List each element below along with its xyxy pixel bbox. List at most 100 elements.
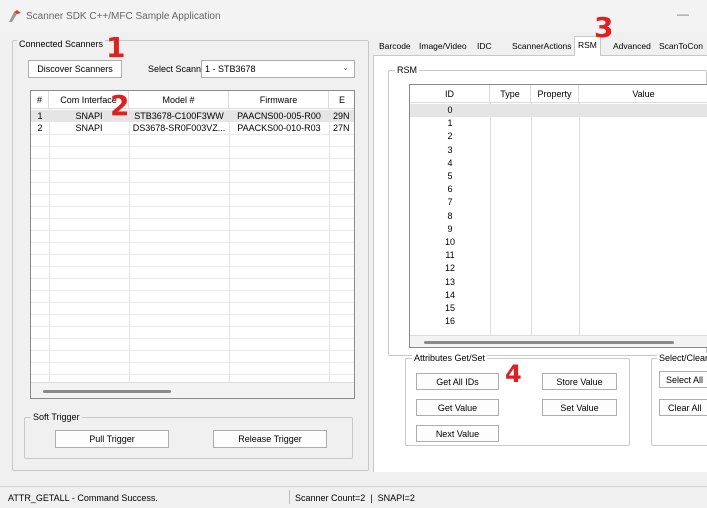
table-row[interactable]: 8 (410, 210, 707, 223)
clear-all-button[interactable]: Clear All (659, 399, 707, 416)
column-header[interactable]: Property (531, 85, 579, 103)
table-row[interactable]: 1 (410, 117, 707, 130)
table-row[interactable]: 10 (410, 236, 707, 249)
row-gridline (31, 338, 354, 339)
cell-model: DS3678-SR0F003VZ... (132, 123, 226, 133)
row-gridline (31, 314, 354, 315)
annotation-number-1: 1 (106, 31, 126, 64)
select-clear-title: Select/Clear (657, 353, 707, 363)
cell-id: 1 (447, 118, 453, 129)
tab-scanner-actions[interactable]: ScannerActions (509, 38, 575, 55)
table-row[interactable]: 9 (410, 223, 707, 236)
row-gridline (31, 242, 354, 243)
annotation-number-2: 2 (110, 89, 130, 122)
row-gridline (31, 362, 354, 363)
cell-id: 10 (444, 237, 455, 247)
table-row[interactable]: 7 (410, 196, 707, 209)
row-gridline (31, 146, 354, 147)
row-gridline (31, 206, 354, 207)
chevron-down-icon: ⌄ (342, 63, 349, 72)
row-gridline (31, 158, 354, 159)
tab-barcode[interactable]: Barcode (376, 38, 414, 55)
table-row[interactable]: 2 (410, 130, 707, 143)
column-header[interactable]: E (329, 91, 354, 109)
table-row[interactable]: 12 (410, 262, 707, 275)
row-gridline (31, 266, 354, 267)
row-gridline (31, 230, 354, 231)
row-gridline (31, 302, 354, 303)
cell-id: 4 (447, 157, 453, 168)
row-gridline (31, 350, 354, 351)
pull-trigger-button[interactable]: Pull Trigger (55, 430, 169, 448)
table-row[interactable]: 14 (410, 289, 707, 302)
cell-id: 5 (447, 171, 453, 181)
get-value-button[interactable]: Get Value (416, 399, 499, 416)
cell-id: 0 (447, 105, 453, 115)
column-header[interactable]: Firmware (229, 91, 329, 109)
table-row[interactable]: 0 (410, 104, 707, 117)
cell-e: 27N (333, 123, 350, 133)
cell-id: 8 (447, 210, 453, 221)
horizontal-scrollbar[interactable] (410, 335, 707, 347)
store-value-button[interactable]: Store Value (542, 373, 617, 390)
tab-idc[interactable]: IDC (474, 38, 495, 55)
table-row[interactable]: 16 (410, 315, 707, 328)
scanner-list[interactable]: # Com Interface Model # Firmware E 1 SNA… (30, 90, 355, 399)
soft-trigger-title: Soft Trigger (31, 412, 82, 422)
rsm-attribute-grid[interactable]: ID Type Property Value 0 1 2 3 4 5 6 7 8 9 10 11 12 1… (409, 84, 707, 348)
row-gridline (31, 170, 354, 171)
release-trigger-button[interactable]: Release Trigger (213, 430, 327, 448)
get-all-ids-button[interactable]: Get All IDs (416, 373, 499, 390)
cell-id: 14 (444, 289, 455, 300)
cell-interface: SNAPI (75, 123, 103, 133)
column-header[interactable]: # (31, 91, 49, 109)
cell-id: 16 (444, 316, 455, 327)
table-row[interactable]: 11 (410, 249, 707, 262)
status-message: ATTR_GETALL - Command Success. (8, 493, 158, 503)
table-row[interactable]: 15 (410, 302, 707, 315)
column-header[interactable]: Type (490, 85, 531, 103)
scrollbar-thumb[interactable] (424, 341, 674, 344)
app-icon (8, 10, 22, 23)
row-gridline (31, 290, 354, 291)
cell-id: 13 (444, 276, 455, 287)
column-header[interactable]: Model # (129, 91, 229, 109)
cell-id: 7 (447, 197, 453, 208)
select-scanner-dropdown[interactable]: 1 - STB3678 ⌄ (201, 60, 355, 78)
status-bar: ATTR_GETALL - Command Success. Scanner C… (0, 486, 707, 508)
row-gridline (31, 218, 354, 219)
minimize-button[interactable]: — (672, 5, 694, 25)
table-row[interactable]: 6 (410, 183, 707, 196)
cell-firmware: PAACNS00-005-R00 (237, 111, 321, 121)
column-header[interactable]: ID (410, 85, 490, 103)
annotation-number-3: 3 (594, 11, 614, 44)
tab-advanced[interactable]: Advanced (610, 38, 654, 55)
cell-id: 3 (447, 144, 453, 155)
attributes-get-set-title: Attributes Get/Set (412, 353, 488, 363)
tab-image-video[interactable]: Image/Video (416, 38, 470, 55)
scrollbar-thumb[interactable] (43, 390, 171, 393)
table-row[interactable]: 2 SNAPI DS3678-SR0F003VZ... PAACKS00-010… (31, 122, 354, 134)
horizontal-scrollbar[interactable] (31, 382, 354, 398)
cell-id: 6 (447, 184, 453, 195)
cell-firmware: PAACKS00-010-R03 (237, 123, 321, 133)
next-value-button[interactable]: Next Value (416, 425, 499, 442)
cell-id: 11 (445, 250, 455, 261)
table-row[interactable]: 1 SNAPI STB3678-C100F3WW PAACNS00-005-R0… (31, 110, 354, 122)
column-header[interactable]: Value (579, 85, 707, 103)
connected-scanners-title: Connected Scanners (17, 39, 106, 49)
table-row[interactable]: 13 (410, 276, 707, 289)
set-value-button[interactable]: Set Value (542, 399, 617, 416)
cell-id: 15 (444, 303, 455, 313)
row-gridline (31, 374, 354, 375)
table-row[interactable]: 5 (410, 170, 707, 183)
row-gridline (31, 254, 354, 255)
cell-index: 2 (37, 123, 43, 133)
table-row[interactable]: 3 (410, 144, 707, 157)
cell-e: 29N (333, 111, 350, 121)
cell-id: 9 (447, 223, 453, 234)
row-gridline (31, 134, 354, 135)
select-all-button[interactable]: Select All (659, 371, 707, 388)
tab-scan-to-connect[interactable]: ScanToCon (656, 38, 706, 55)
table-row[interactable]: 4 (410, 157, 707, 170)
